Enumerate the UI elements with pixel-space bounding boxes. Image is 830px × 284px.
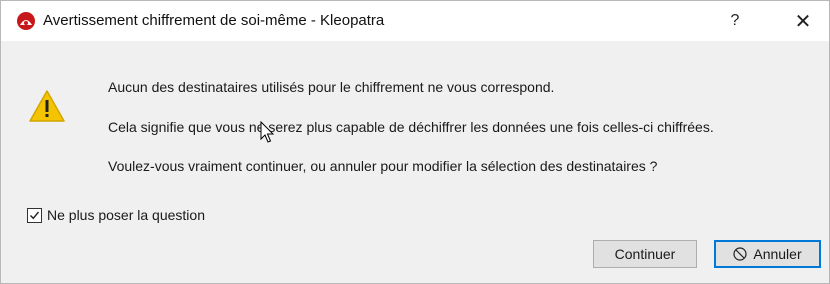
message-line-2: Cela signifie que vous ne serez plus cap… <box>108 119 714 135</box>
message-line-3: Voulez-vous vraiment continuer, ou annul… <box>108 158 658 174</box>
title-bar[interactable]: Avertissement chiffrement de soi-même - … <box>1 1 829 41</box>
message-line-1: Aucun des destinataires utilisés pour le… <box>108 79 555 95</box>
dont-ask-again-checkbox-row[interactable]: Ne plus poser la question <box>27 207 205 223</box>
continue-button[interactable]: Continuer <box>593 240 697 268</box>
kleopatra-app-icon <box>17 12 35 30</box>
cancel-button-label: Annuler <box>753 246 802 262</box>
checkmark-icon <box>30 211 40 219</box>
window-title: Avertissement chiffrement de soi-même - … <box>43 12 385 29</box>
close-button[interactable]: ✕ <box>781 1 825 41</box>
dont-ask-again-label: Ne plus poser la question <box>47 207 205 223</box>
help-button[interactable]: ? <box>713 1 757 41</box>
mouse-cursor-icon <box>260 121 275 143</box>
dialog-window: Avertissement chiffrement de soi-même - … <box>0 0 830 284</box>
cancel-button[interactable]: Annuler <box>714 240 821 268</box>
continue-button-label: Continuer <box>614 246 676 262</box>
warning-icon <box>29 90 65 122</box>
no-entry-icon <box>733 247 747 261</box>
dont-ask-again-checkbox[interactable] <box>27 207 42 223</box>
dialog-body: Aucun des destinataires utilisés pour le… <box>1 41 829 283</box>
